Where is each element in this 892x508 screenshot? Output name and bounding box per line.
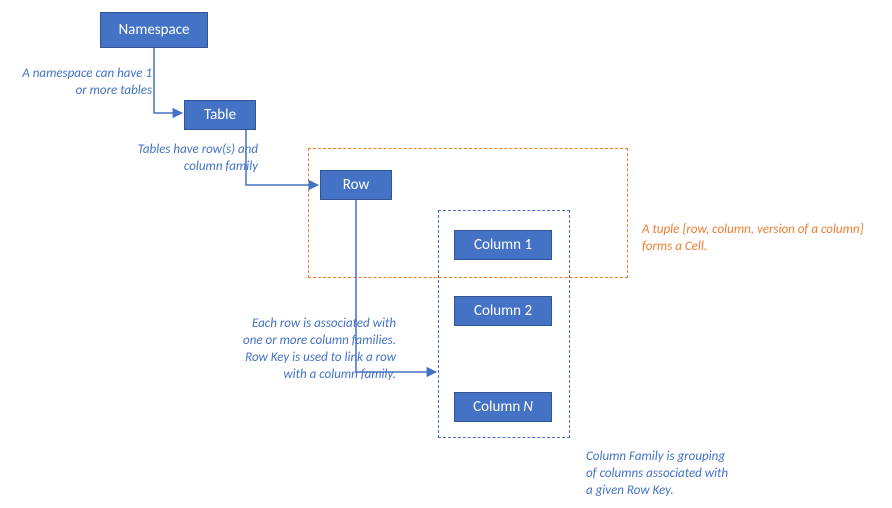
table-box: Table xyxy=(184,100,256,130)
namespace-annotation: A namespace can have 1or more tables xyxy=(0,66,152,100)
namespace-box: Namespace xyxy=(100,12,208,48)
arrow-namespace-table xyxy=(154,48,182,113)
table-annotation: Tables have row(s) andcolumn family xyxy=(108,142,258,176)
family-annotation: Column Family is groupingof columns asso… xyxy=(586,449,756,500)
column-family-boundary xyxy=(438,210,570,438)
cell-annotation: A tuple {row, column, version of a colum… xyxy=(642,222,882,256)
row-annotation: Each row is associated withone or more c… xyxy=(206,316,396,384)
